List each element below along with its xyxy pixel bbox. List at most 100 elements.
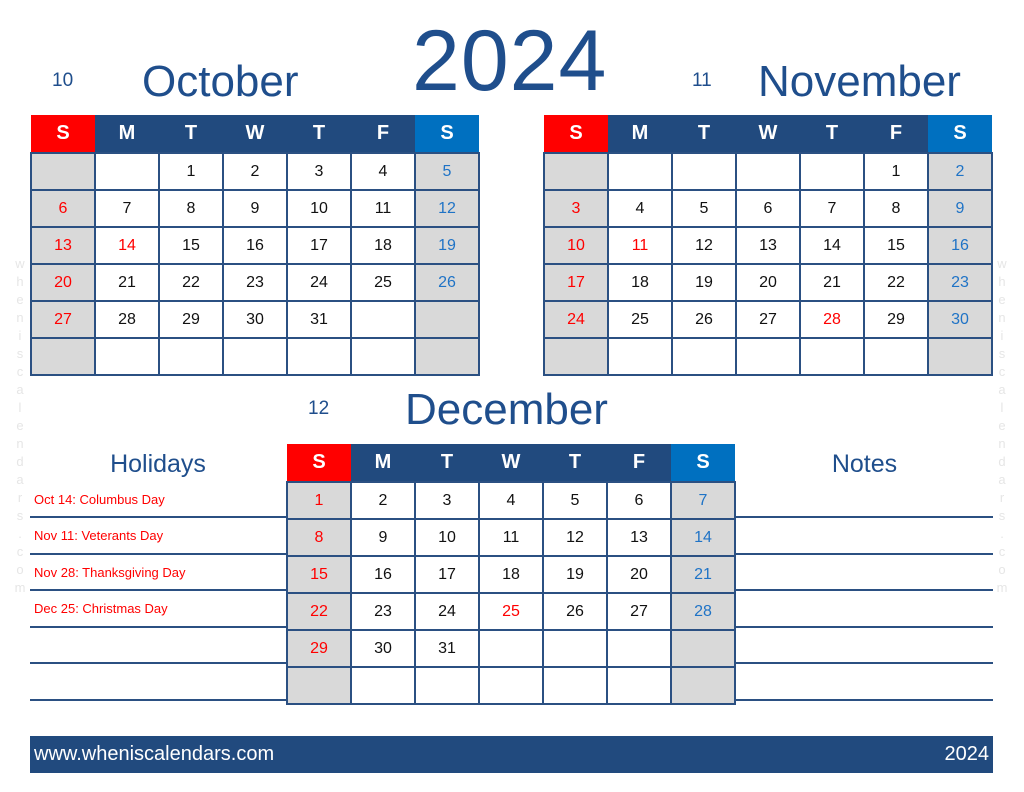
- day-cell[interactable]: 5: [542, 481, 608, 520]
- day-cell[interactable]: 26: [671, 300, 737, 339]
- notes-line[interactable]: [736, 662, 993, 664]
- day-cell[interactable]: 27: [30, 300, 96, 339]
- day-cell[interactable]: 17: [286, 226, 352, 265]
- day-cell[interactable]: 6: [606, 481, 672, 520]
- day-cell[interactable]: 13: [735, 226, 801, 265]
- day-cell[interactable]: 8: [158, 189, 224, 228]
- day-cell[interactable]: 25: [350, 263, 416, 302]
- day-cell[interactable]: 3: [543, 189, 609, 228]
- notes-line[interactable]: [736, 626, 993, 628]
- day-cell[interactable]: 11: [478, 518, 544, 557]
- day-cell[interactable]: 25: [478, 592, 544, 631]
- day-cell[interactable]: 9: [927, 189, 993, 228]
- weekday-header: T: [415, 444, 479, 482]
- day-cell[interactable]: 6: [30, 189, 96, 228]
- notes-line[interactable]: [736, 553, 993, 555]
- day-cell[interactable]: 10: [414, 518, 480, 557]
- day-cell[interactable]: 3: [286, 152, 352, 191]
- day-cell[interactable]: 28: [799, 300, 865, 339]
- day-cell[interactable]: 18: [478, 555, 544, 594]
- day-cell[interactable]: 1: [158, 152, 224, 191]
- day-cell[interactable]: 2: [222, 152, 288, 191]
- day-cell[interactable]: 24: [286, 263, 352, 302]
- day-cell[interactable]: 20: [30, 263, 96, 302]
- day-cell[interactable]: 22: [286, 592, 352, 631]
- day-cell[interactable]: 15: [158, 226, 224, 265]
- notes-line[interactable]: [736, 589, 993, 591]
- day-cell[interactable]: 4: [350, 152, 416, 191]
- day-cell[interactable]: 31: [286, 300, 352, 339]
- day-cell[interactable]: 28: [94, 300, 160, 339]
- day-cell[interactable]: 29: [863, 300, 929, 339]
- notes-line[interactable]: [736, 516, 993, 518]
- day-cell[interactable]: 24: [414, 592, 480, 631]
- day-cell[interactable]: 7: [670, 481, 736, 520]
- day-cell[interactable]: 16: [222, 226, 288, 265]
- day-cell[interactable]: 11: [350, 189, 416, 228]
- day-cell[interactable]: 27: [606, 592, 672, 631]
- day-cell[interactable]: 3: [414, 481, 480, 520]
- day-cell[interactable]: 8: [863, 189, 929, 228]
- day-cell[interactable]: 14: [670, 518, 736, 557]
- day-cell[interactable]: 11: [607, 226, 673, 265]
- day-cell[interactable]: 12: [542, 518, 608, 557]
- day-cell[interactable]: 13: [606, 518, 672, 557]
- day-cell[interactable]: 10: [543, 226, 609, 265]
- day-cell[interactable]: 31: [414, 629, 480, 668]
- day-cell[interactable]: 22: [158, 263, 224, 302]
- notes-line[interactable]: [736, 699, 993, 701]
- day-cell[interactable]: 28: [670, 592, 736, 631]
- day-cell[interactable]: 5: [414, 152, 480, 191]
- day-cell[interactable]: 21: [94, 263, 160, 302]
- day-cell[interactable]: 23: [927, 263, 993, 302]
- day-cell[interactable]: 6: [735, 189, 801, 228]
- day-cell[interactable]: 9: [222, 189, 288, 228]
- day-cell[interactable]: 26: [414, 263, 480, 302]
- day-cell[interactable]: 20: [735, 263, 801, 302]
- day-cell[interactable]: 20: [606, 555, 672, 594]
- day-cell[interactable]: 8: [286, 518, 352, 557]
- day-cell[interactable]: 25: [607, 300, 673, 339]
- day-cell[interactable]: 24: [543, 300, 609, 339]
- day-cell[interactable]: 19: [542, 555, 608, 594]
- day-cell[interactable]: 5: [671, 189, 737, 228]
- day-cell[interactable]: 23: [222, 263, 288, 302]
- day-cell[interactable]: 19: [671, 263, 737, 302]
- day-cell[interactable]: 16: [927, 226, 993, 265]
- day-cell[interactable]: 16: [350, 555, 416, 594]
- day-cell[interactable]: 1: [286, 481, 352, 520]
- day-cell[interactable]: 27: [735, 300, 801, 339]
- day-cell[interactable]: 17: [543, 263, 609, 302]
- day-cell[interactable]: 1: [863, 152, 929, 191]
- day-cell[interactable]: 18: [607, 263, 673, 302]
- day-cell[interactable]: 14: [94, 226, 160, 265]
- day-cell[interactable]: 30: [350, 629, 416, 668]
- day-cell[interactable]: 14: [799, 226, 865, 265]
- day-cell[interactable]: 12: [671, 226, 737, 265]
- day-cell[interactable]: 19: [414, 226, 480, 265]
- day-cell[interactable]: 7: [94, 189, 160, 228]
- day-cell[interactable]: 15: [863, 226, 929, 265]
- day-cell[interactable]: 29: [286, 629, 352, 668]
- day-cell[interactable]: 21: [670, 555, 736, 594]
- day-cell[interactable]: 30: [222, 300, 288, 339]
- day-cell[interactable]: 29: [158, 300, 224, 339]
- day-cell[interactable]: 17: [414, 555, 480, 594]
- day-cell[interactable]: 12: [414, 189, 480, 228]
- day-cell[interactable]: 30: [927, 300, 993, 339]
- day-cell[interactable]: 26: [542, 592, 608, 631]
- day-cell[interactable]: 15: [286, 555, 352, 594]
- day-cell[interactable]: 4: [478, 481, 544, 520]
- day-cell[interactable]: 21: [799, 263, 865, 302]
- day-cell[interactable]: 23: [350, 592, 416, 631]
- day-cell[interactable]: 13: [30, 226, 96, 265]
- day-cell[interactable]: 2: [350, 481, 416, 520]
- day-cell[interactable]: 22: [863, 263, 929, 302]
- day-cell[interactable]: 7: [799, 189, 865, 228]
- day-cell[interactable]: 4: [607, 189, 673, 228]
- day-cell[interactable]: 9: [350, 518, 416, 557]
- day-cell[interactable]: 10: [286, 189, 352, 228]
- day-cell[interactable]: 18: [350, 226, 416, 265]
- footer-url-link[interactable]: www.wheniscalendars.com: [34, 743, 274, 766]
- day-cell[interactable]: 2: [927, 152, 993, 191]
